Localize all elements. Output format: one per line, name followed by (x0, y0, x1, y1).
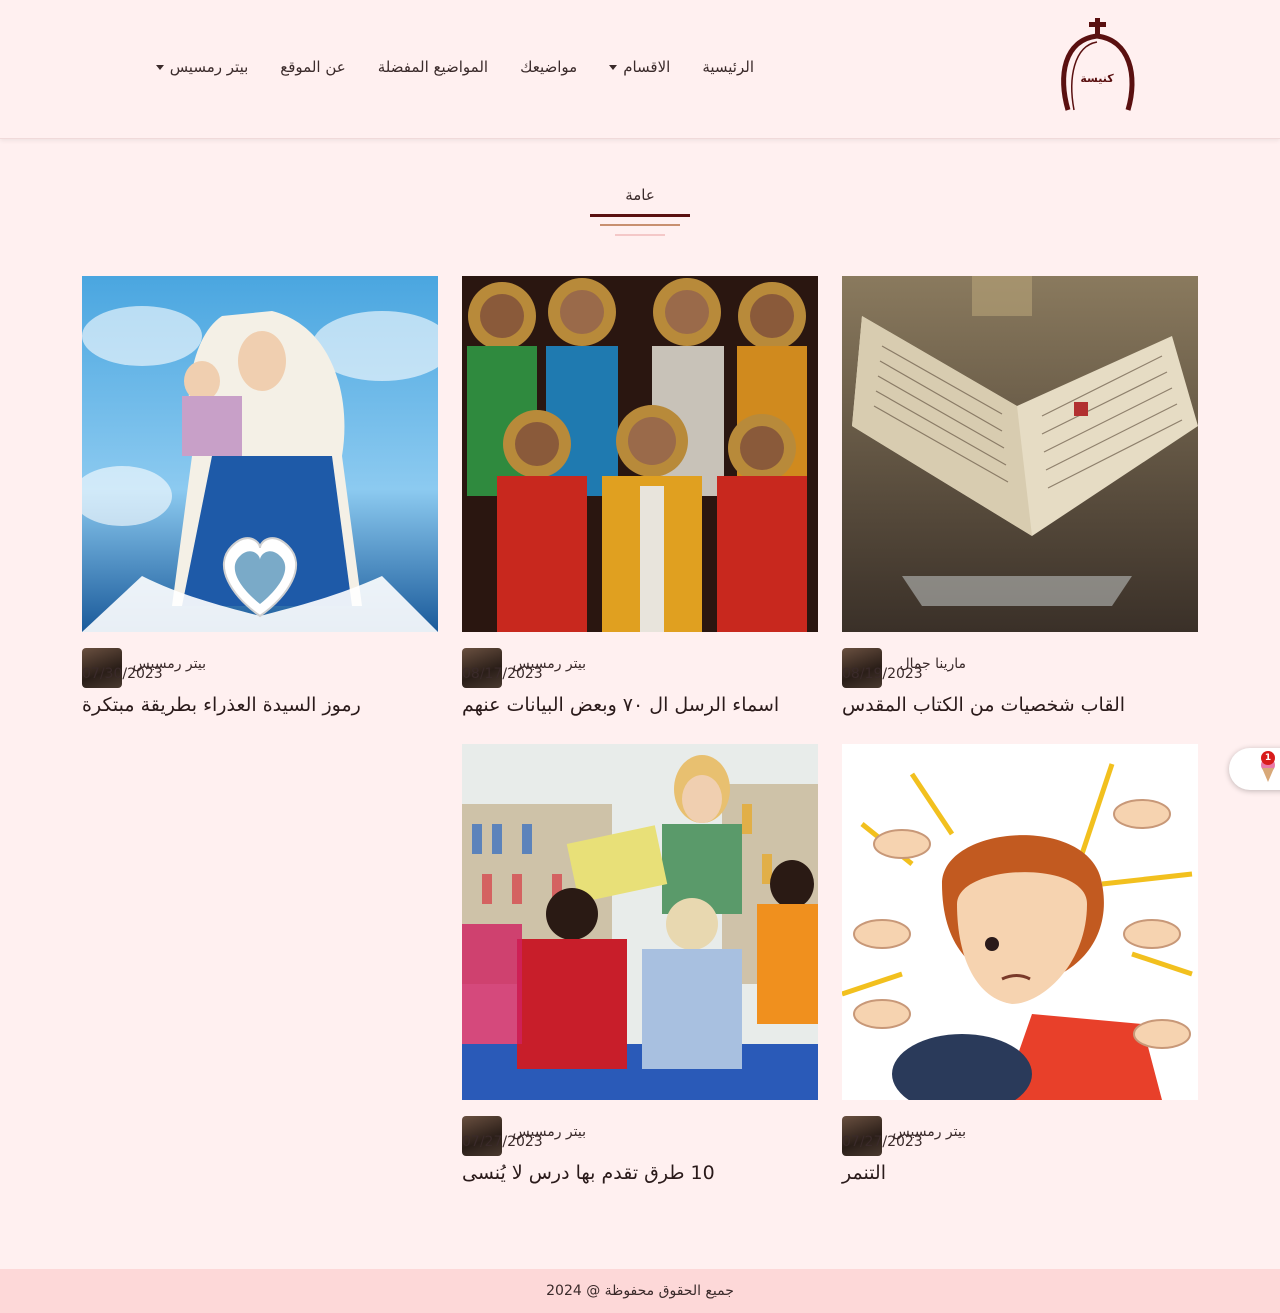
notification-widget[interactable]: 1 (1229, 748, 1280, 790)
post-image-virgin-mary[interactable] (82, 276, 438, 632)
post-title[interactable]: 10 طرق تقدم بها درس لا يُنسى (462, 1162, 818, 1184)
post-card[interactable]: بيتر رمسيس 08/17/2023 اسماء الرسل ال ٧٠ … (462, 276, 818, 716)
post-meta: بيتر رمسيس 07/27/2023 التنمر (842, 1116, 1198, 1184)
chevron-down-icon (155, 64, 164, 70)
main-nav: الرئيسية الاقسام مواضيعك المواضيع المفضل… (140, 58, 770, 76)
nav-about[interactable]: عن الموقع (264, 58, 361, 76)
copyright-text: جميع الحقوق محفوظة @ 2024 (546, 1283, 734, 1299)
nav-user-menu[interactable]: بيتر رمسيس (140, 58, 265, 76)
title-underline (590, 214, 690, 217)
section-title: عامة (625, 186, 655, 204)
nav-favorite-topics[interactable]: المواضيع المفضلة (362, 58, 504, 76)
post-meta: بيتر رمسيس 07/27/2023 10 طرق تقدم بها در… (462, 1116, 818, 1184)
notification-badge: 1 (1261, 751, 1275, 765)
post-image-bullying[interactable] (842, 744, 1198, 1100)
post-date: 07/30/2023 (82, 666, 163, 682)
nav-home[interactable]: الرئيسية (686, 58, 770, 76)
site-header: كنيسة الرئيسية الاقسام مواضيعك المواضيع … (0, 0, 1280, 139)
site-footer: جميع الحقوق محفوظة @ 2024 (0, 1269, 1280, 1313)
post-date: 07/27/2023 (462, 1134, 543, 1150)
nav-sections[interactable]: الاقسام (593, 58, 686, 76)
post-card[interactable]: بيتر رمسيس 07/27/2023 10 طرق تقدم بها در… (462, 744, 818, 1184)
post-card[interactable]: بيتر رمسيس 07/27/2023 التنمر (842, 744, 1198, 1184)
nav-your-topics[interactable]: مواضيعك (504, 58, 593, 76)
post-date: 08/19/2023 (842, 666, 923, 682)
post-meta: مارينا جمال 08/19/2023 القاب شخصيات من ا… (842, 648, 1198, 716)
post-title[interactable]: رموز السيدة العذراء بطريقة مبتكرة (82, 694, 438, 716)
post-title[interactable]: اسماء الرسل ال ٧٠ وبعض البيانات عنهم (462, 694, 818, 716)
post-card[interactable]: بيتر رمسيس 07/30/2023 رموز السيدة العذرا… (82, 276, 438, 716)
post-title[interactable]: التنمر (842, 1162, 1198, 1184)
site-logo[interactable]: كنيسة (1056, 16, 1140, 116)
post-meta: بيتر رمسيس 08/17/2023 اسماء الرسل ال ٧٠ … (462, 648, 818, 716)
title-underline (615, 234, 665, 236)
post-date: 07/27/2023 (842, 1134, 923, 1150)
svg-text:كنيسة: كنيسة (1080, 72, 1114, 85)
post-meta: بيتر رمسيس 07/30/2023 رموز السيدة العذرا… (82, 648, 438, 716)
post-date: 08/17/2023 (462, 666, 543, 682)
post-card[interactable]: مارينا جمال 08/19/2023 القاب شخصيات من ا… (842, 276, 1198, 716)
title-underline (600, 224, 680, 226)
post-image-apostles[interactable] (462, 276, 818, 632)
post-image-bible[interactable] (842, 276, 1198, 632)
chevron-down-icon (609, 64, 618, 70)
post-title[interactable]: القاب شخصيات من الكتاب المقدس (842, 694, 1198, 716)
post-image-classroom[interactable] (462, 744, 818, 1100)
